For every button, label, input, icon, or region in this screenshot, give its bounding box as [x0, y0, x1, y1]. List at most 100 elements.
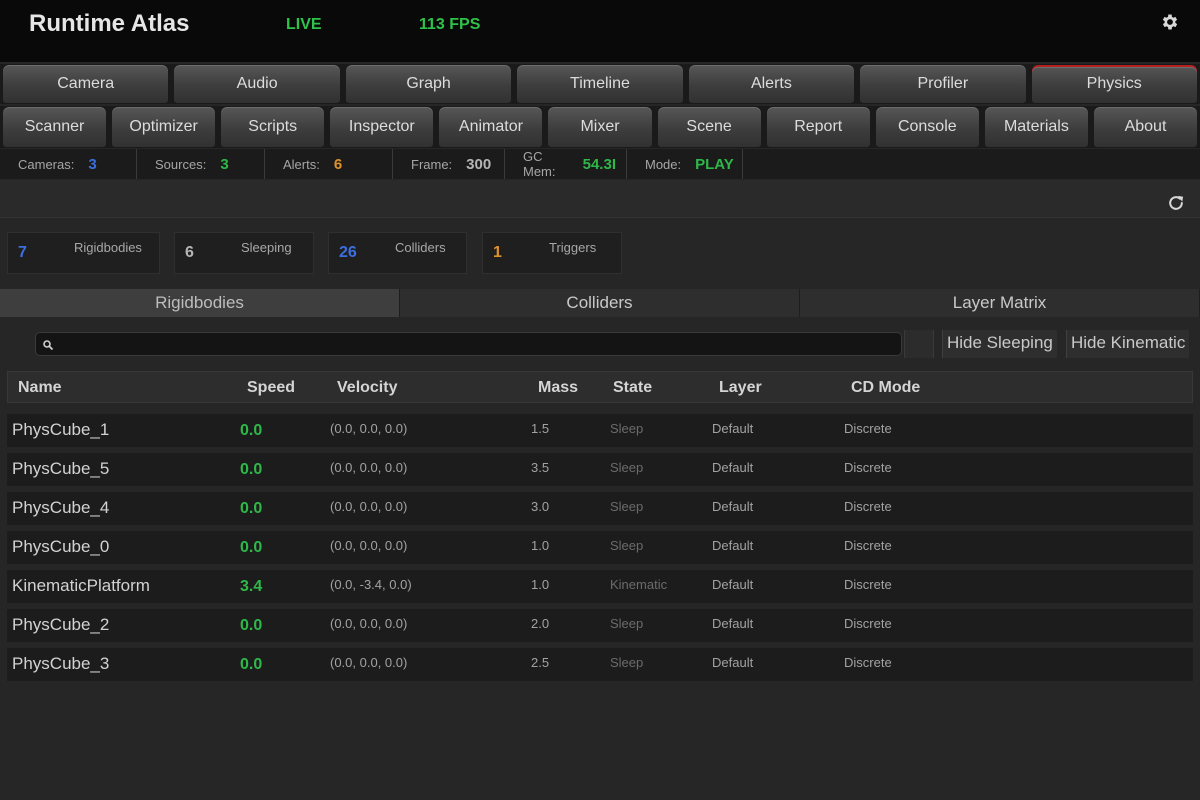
tab-scanner[interactable]: Scanner — [2, 106, 108, 148]
cell-velocity: (0.0, 0.0, 0.0) — [330, 538, 408, 553]
cell-velocity: (0.0, -3.4, 0.0) — [330, 577, 412, 592]
column-header-speed[interactable]: Speed — [247, 379, 295, 397]
tab-scripts[interactable]: Scripts — [220, 106, 326, 148]
table-row[interactable]: PhysCube_4 0.0 (0.0, 0.0, 0.0) 3.0 Sleep Defa… — [7, 492, 1193, 525]
tab-mixer[interactable]: Mixer — [547, 106, 653, 148]
tab-scene[interactable]: Scene — [656, 106, 762, 148]
table-row[interactable]: PhysCube_2 0.0 (0.0, 0.0, 0.0) 2.0 Sleep Defa… — [7, 609, 1193, 642]
stat-label: Mode: — [645, 156, 682, 172]
cell-state: Kinematic — [610, 577, 668, 592]
cell-layer: Default — [712, 460, 754, 475]
cell-cd-mode: Discrete — [844, 577, 892, 592]
column-header-mass[interactable]: Mass — [538, 379, 578, 397]
card-label: Colliders — [395, 240, 446, 255]
tab-materials[interactable]: Materials — [983, 106, 1089, 148]
summary-card-colliders: 26 Colliders — [328, 232, 467, 274]
tab-console[interactable]: Console — [874, 106, 980, 148]
app-title: Runtime Atlas — [29, 10, 190, 37]
live-status: LIVE — [286, 16, 322, 33]
tab-about[interactable]: About — [1092, 106, 1199, 148]
cell-velocity: (0.0, 0.0, 0.0) — [330, 499, 408, 514]
tab-graph[interactable]: Graph — [344, 64, 513, 104]
filter-separator — [904, 330, 934, 358]
cell-mass: 2.0 — [531, 616, 550, 631]
hide-kinematic-button[interactable]: Hide Kinematic — [1066, 330, 1190, 358]
subtab-rigidbodies[interactable]: Rigidbodies — [0, 289, 400, 317]
card-count: 6 — [185, 244, 194, 261]
cell-name: PhysCube_3 — [12, 654, 110, 673]
refresh-icon[interactable] — [1166, 193, 1186, 213]
cell-speed: 3.4 — [240, 578, 263, 595]
tab-inspector[interactable]: Inspector — [329, 106, 435, 148]
stat-label: Cameras: — [18, 156, 75, 172]
stat-label: Alerts: — [283, 156, 320, 172]
cell-cd-mode: Discrete — [844, 421, 892, 436]
cell-speed: 0.0 — [240, 500, 263, 517]
tab-report[interactable]: Report — [765, 106, 871, 148]
cell-velocity: (0.0, 0.0, 0.0) — [330, 655, 408, 670]
card-label: Triggers — [549, 240, 597, 255]
card-count: 26 — [339, 244, 357, 261]
main-tab-row-2: Scanner Optimizer Scripts Inspector Animator… — [0, 106, 1200, 148]
hide-sleeping-button[interactable]: Hide Sleeping — [942, 330, 1057, 358]
stat-value: 300 — [466, 155, 492, 173]
table-row[interactable]: PhysCube_0 0.0 (0.0, 0.0, 0.0) 1.0 Sleep Defa… — [7, 531, 1193, 564]
stat-value: 54.3I — [582, 155, 616, 173]
cell-cd-mode: Discrete — [844, 538, 892, 553]
cell-cd-mode: Discrete — [844, 655, 892, 670]
column-header-layer[interactable]: Layer — [719, 379, 762, 397]
stat-value: PLAY — [695, 155, 734, 173]
card-label: Rigidbodies — [74, 240, 142, 255]
cell-name: PhysCube_1 — [12, 420, 110, 439]
cell-speed: 0.0 — [240, 617, 263, 634]
column-header-state[interactable]: State — [613, 379, 652, 397]
cell-cd-mode: Discrete — [844, 616, 892, 631]
subtab-colliders[interactable]: Colliders — [400, 289, 800, 317]
tab-profiler[interactable]: Profiler — [859, 64, 1027, 104]
stat-value: 3 — [88, 155, 97, 173]
table-row[interactable]: KinematicPlatform 3.4 (0.0, -3.4, 0.0) 1.0 K… — [7, 570, 1193, 603]
stat-value: 3 — [220, 155, 229, 173]
stat-item: Alerts: 6 — [265, 149, 393, 179]
cell-state: Sleep — [610, 538, 644, 553]
cell-cd-mode: Discrete — [844, 460, 892, 475]
tab-physics[interactable]: Physics — [1030, 64, 1198, 104]
tab-animator[interactable]: Animator — [438, 106, 544, 148]
cell-velocity: (0.0, 0.0, 0.0) — [330, 421, 408, 436]
column-header-name[interactable]: Name — [18, 379, 62, 397]
cell-mass: 1.0 — [531, 538, 550, 553]
summary-card-sleeping: 6 Sleeping — [174, 232, 314, 274]
cell-name: PhysCube_2 — [12, 615, 110, 634]
stat-item: Cameras: 3 — [0, 149, 137, 179]
cell-layer: Default — [712, 577, 754, 592]
cell-mass: 2.5 — [531, 655, 550, 670]
tab-audio[interactable]: Audio — [173, 64, 341, 104]
cell-state: Sleep — [610, 499, 644, 514]
cell-layer: Default — [712, 538, 754, 553]
table-row[interactable]: PhysCube_1 0.0 (0.0, 0.0, 0.0) 1.5 Sleep Defa… — [7, 414, 1193, 447]
tab-optimizer[interactable]: Optimizer — [111, 106, 217, 148]
stat-value: 6 — [333, 155, 343, 173]
summary-card-triggers: 1 Triggers — [482, 232, 622, 274]
cell-velocity: (0.0, 0.0, 0.0) — [330, 616, 408, 631]
cell-mass: 3.0 — [531, 499, 550, 514]
panel-toolbar — [0, 180, 1200, 218]
cell-state: Sleep — [610, 421, 644, 436]
column-header-velocity[interactable]: Velocity — [337, 379, 397, 397]
cell-speed: 0.0 — [240, 656, 263, 673]
cell-name: KinematicPlatform — [12, 576, 150, 595]
table-row[interactable]: PhysCube_5 0.0 (0.0, 0.0, 0.0) 3.5 Sleep Defa… — [7, 453, 1193, 486]
subtab-layer-matrix[interactable]: Layer Matrix — [800, 289, 1200, 317]
tab-timeline[interactable]: Timeline — [516, 64, 684, 104]
cell-speed: 0.0 — [240, 461, 263, 478]
cell-name: PhysCube_0 — [12, 537, 110, 556]
gear-icon[interactable] — [1160, 12, 1180, 32]
stat-item: GC Mem: 54.3I — [505, 149, 627, 179]
tab-alerts[interactable]: Alerts — [687, 64, 856, 104]
cell-layer: Default — [712, 421, 754, 436]
summary-card-rigidbodies: 7 Rigidbodies — [7, 232, 160, 274]
tab-camera[interactable]: Camera — [2, 64, 170, 104]
column-header-cd-mode[interactable]: CD Mode — [851, 379, 920, 397]
table-row[interactable]: PhysCube_3 0.0 (0.0, 0.0, 0.0) 2.5 Sleep Defa… — [7, 648, 1193, 681]
search-input[interactable] — [58, 334, 896, 354]
